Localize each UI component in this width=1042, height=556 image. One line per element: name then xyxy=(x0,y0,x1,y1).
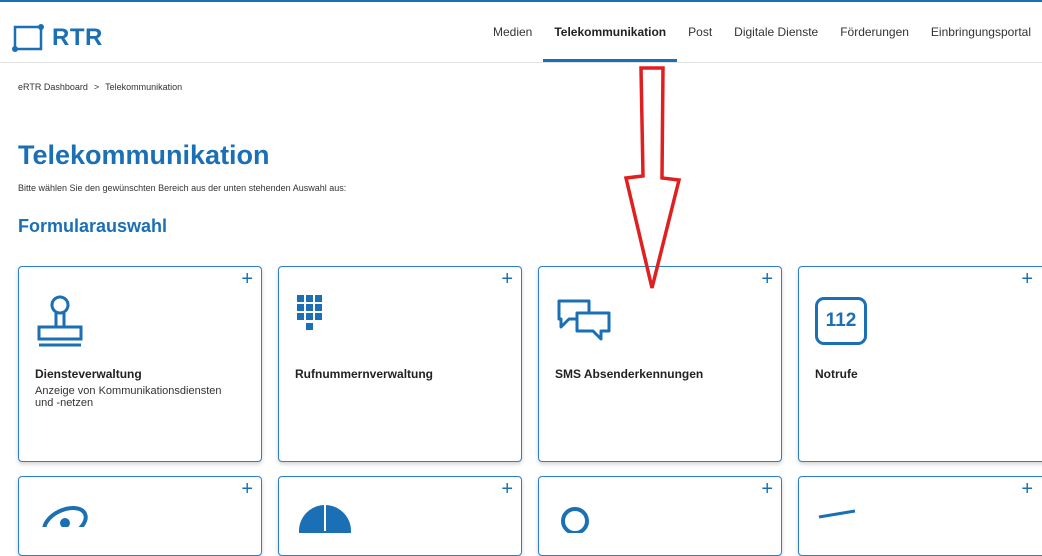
emergency-112-icon: 112 xyxy=(815,297,867,345)
expand-plus-icon[interactable]: + xyxy=(761,479,773,499)
breadcrumb-separator: > xyxy=(93,82,100,92)
chat-bubbles-icon xyxy=(555,293,615,350)
expand-plus-icon[interactable]: + xyxy=(241,479,253,499)
tile-title: Notrufe xyxy=(815,367,858,381)
tile-row2-4[interactable]: + xyxy=(798,476,1042,556)
expand-plus-icon[interactable]: + xyxy=(1021,269,1033,289)
expand-plus-icon[interactable]: + xyxy=(501,479,513,499)
tile-row2-3[interactable]: + xyxy=(538,476,782,556)
expand-plus-icon[interactable]: + xyxy=(241,269,253,289)
breadcrumb-current: Telekommunikation xyxy=(105,82,183,92)
nav-medien[interactable]: Medien xyxy=(482,2,543,62)
section-title: Formularauswahl xyxy=(18,216,168,236)
rtr-logo[interactable]: RTR xyxy=(12,24,103,52)
rtr-logo-icon xyxy=(12,24,44,52)
nav-post[interactable]: Post xyxy=(677,2,723,62)
breadcrumb-dashboard-link[interactable]: eRTR Dashboard xyxy=(18,82,88,92)
header: RTR Medien Telekommunikation Post Digita… xyxy=(0,2,1042,63)
emergency-number-label: 112 xyxy=(825,310,857,331)
tile-title: Rufnummernverwaltung xyxy=(295,367,434,381)
intro-text: Bitte wählen Sie den gewünschten Bereich… xyxy=(18,183,347,193)
main-nav: Medien Telekommunikation Post Digitale D… xyxy=(482,2,1042,62)
nav-telekommunikation[interactable]: Telekommunikation xyxy=(543,2,677,62)
tile-rufnummernverwaltung[interactable]: + Rufnummernverwaltung xyxy=(278,266,522,462)
nav-digitale-dienste[interactable]: Digitale Dienste xyxy=(723,2,829,62)
expand-plus-icon[interactable]: + xyxy=(761,269,773,289)
tile-title: SMS Absenderkennungen xyxy=(555,367,704,381)
stamp-icon xyxy=(35,293,85,358)
tile-notrufe[interactable]: + 112 Notrufe xyxy=(798,266,1042,462)
tile-row2-2[interactable]: + xyxy=(278,476,522,556)
tile-diensteverwaltung[interactable]: + Diensteverwaltung Anzeige von Kommunik… xyxy=(18,266,262,462)
tile-description: Anzeige von Kommunikationsdiensten und -… xyxy=(35,385,222,409)
keypad-icon xyxy=(295,293,325,348)
send-icon xyxy=(815,507,865,532)
nav-foerderungen[interactable]: Förderungen xyxy=(829,2,920,62)
satellite-icon xyxy=(35,497,95,541)
expand-plus-icon[interactable]: + xyxy=(1021,479,1033,499)
pie-chart-icon xyxy=(295,503,355,555)
tile-sms-absenderkennungen[interactable]: + SMS Absenderkennungen xyxy=(538,266,782,462)
tile-row2-1[interactable]: + xyxy=(18,476,262,556)
page-title: Telekommunikation xyxy=(18,140,270,170)
red-arrow-annotation xyxy=(623,66,682,289)
person-icon xyxy=(555,503,595,538)
tile-title: Diensteverwaltung xyxy=(35,367,142,381)
logo-text: RTR xyxy=(52,24,103,51)
breadcrumb: eRTR Dashboard > Telekommunikation xyxy=(18,82,182,92)
nav-einbringungsportal[interactable]: Einbringungsportal xyxy=(920,2,1042,62)
expand-plus-icon[interactable]: + xyxy=(501,269,513,289)
